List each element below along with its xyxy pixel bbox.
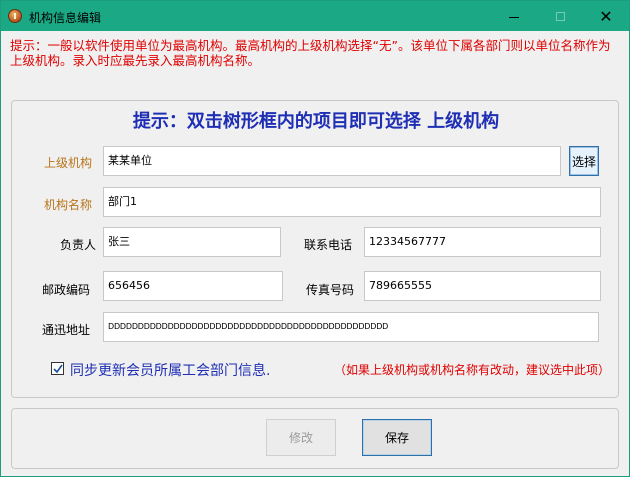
minimize-icon [509,16,519,18]
org-name-label: 机构名称 [44,198,93,212]
modify-button[interactable]: 修改 [266,419,336,456]
app-icon [8,9,22,23]
save-button[interactable]: 保存 [362,419,432,456]
sync-note: （如果上级机构或机构名称有改动，建议选中此项） [334,363,611,377]
title-bar[interactable]: 机构信息编辑 ✕ [1,1,629,31]
sync-checkbox[interactable] [51,362,64,375]
dialog-window: 机构信息编辑 ✕ 提示：一般以软件使用单位为最高机构。最高机构的上级机构选择“无… [0,0,630,477]
sync-checkbox-label[interactable]: 同步更新会员所属工会部门信息. [70,360,270,380]
parent-org-label: 上级机构 [44,156,93,170]
close-button[interactable]: ✕ [583,1,629,31]
phone-field[interactable]: 12334567777 [364,227,601,257]
address-field[interactable]: DDDDDDDDDDDDDDDDDDDDDDDDDDDDDDDDDDDDDDDD… [103,312,599,342]
check-icon [53,364,63,374]
fax-label: 传真号码 [306,283,355,297]
manager-field[interactable]: 张三 [103,227,281,257]
top-hint-text: 提示：一般以软件使用单位为最高机构。最高机构的上级机构选择“无”。该单位下属各部… [10,38,611,68]
fax-field[interactable]: 789665555 [364,271,601,301]
org-name-field[interactable]: 部门1 [103,187,601,217]
address-label: 通迅地址 [42,323,91,337]
phone-label: 联系电话 [304,238,353,252]
select-parent-button[interactable]: 选择 [569,146,599,176]
postcode-label: 邮政编码 [42,283,91,297]
window-title: 机构信息编辑 [29,11,102,25]
close-icon: ✕ [599,6,613,26]
minimize-button[interactable] [491,1,537,31]
postcode-field[interactable]: 656456 [103,271,283,301]
maximize-icon [555,11,565,21]
form-heading: 提示：双击树形框内的项目即可选择 上级机构 [132,111,500,132]
parent-org-field[interactable]: 某某单位 [103,146,561,176]
manager-label: 负责人 [60,238,97,252]
maximize-button[interactable] [537,1,583,31]
